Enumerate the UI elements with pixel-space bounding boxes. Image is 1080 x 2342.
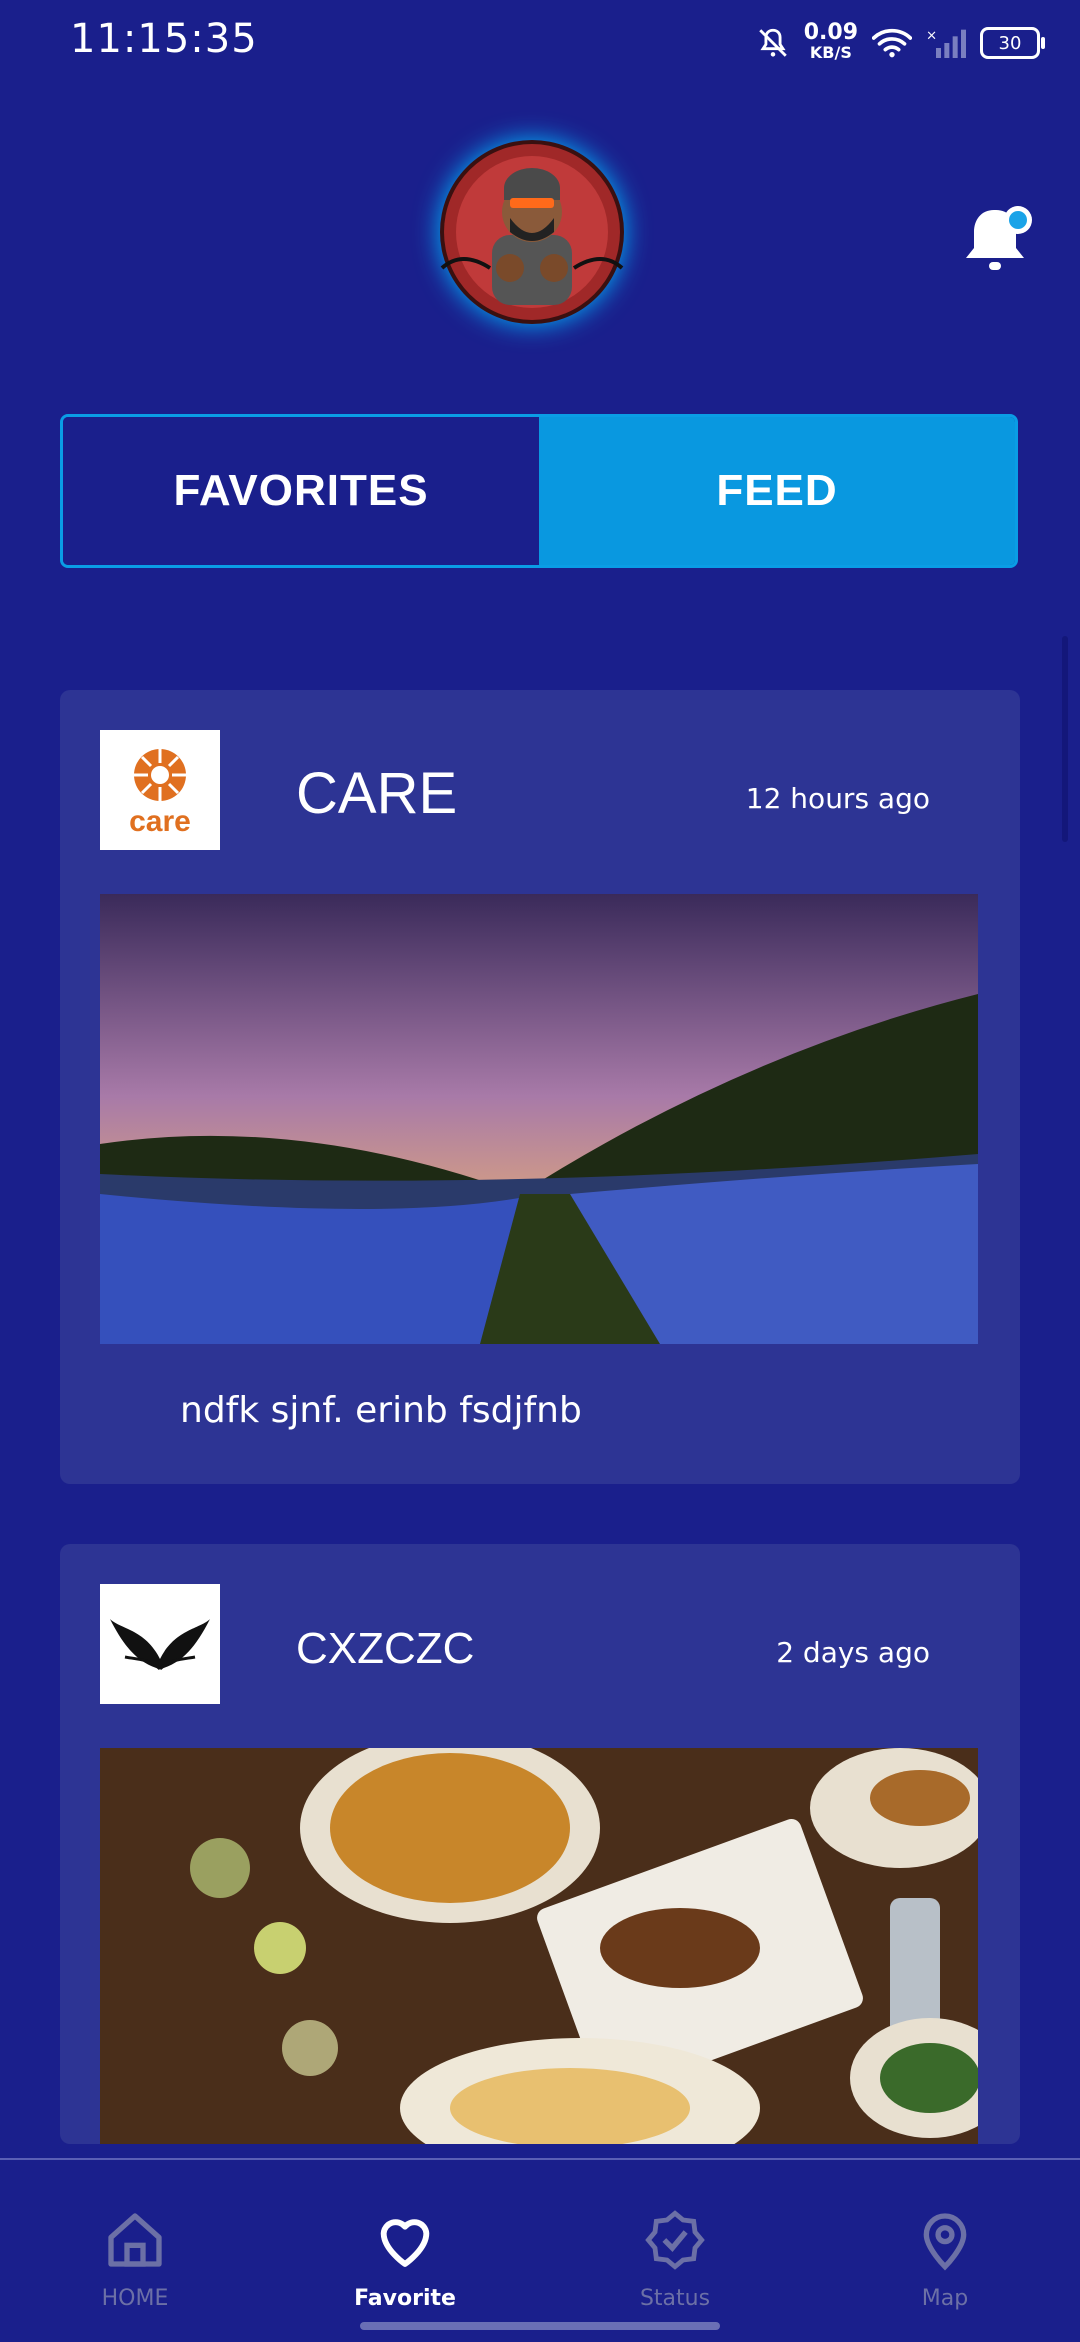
status-bar: 11:15:35 0.09 KB/S × 30 bbox=[0, 0, 1080, 84]
nav-home-label: HOME bbox=[101, 2286, 169, 2311]
home-icon bbox=[108, 2213, 162, 2267]
post-time: 2 days ago bbox=[776, 1636, 930, 1669]
bottom-navigation: HOME Favorite Status Map bbox=[0, 2158, 1080, 2342]
org-name: CARE bbox=[296, 761, 458, 826]
tab-favorites[interactable]: FAVORITES bbox=[63, 417, 539, 565]
heart-icon bbox=[380, 2219, 430, 2267]
org-name: CXZCZC bbox=[296, 1624, 475, 1673]
wings-logo-icon bbox=[110, 1619, 210, 1671]
org-logo: care bbox=[100, 730, 220, 850]
nav-status[interactable]: Status bbox=[600, 2208, 750, 2311]
nav-favorite-label: Favorite bbox=[354, 2286, 456, 2311]
nav-map[interactable]: Map bbox=[870, 2208, 1020, 2311]
post-image[interactable] bbox=[100, 894, 978, 1344]
scroll-indicator[interactable] bbox=[1062, 636, 1068, 842]
feed-card[interactable]: CXZCZC 2 days ago bbox=[60, 1544, 1020, 2144]
map-pin-icon bbox=[923, 2213, 967, 2271]
notification-bell-icon[interactable] bbox=[962, 200, 1032, 280]
feed-card[interactable]: care CARE 12 hours ago ndfk sjnf. erinb … bbox=[60, 690, 1020, 1484]
profile-avatar[interactable] bbox=[440, 140, 624, 324]
cellular-signal-icon: × bbox=[926, 29, 966, 58]
network-speed: 0.09 KB/S bbox=[803, 20, 858, 63]
nav-map-label: Map bbox=[921, 2286, 969, 2311]
tab-feed[interactable]: FEED bbox=[539, 417, 1015, 565]
badge-check-icon bbox=[645, 2210, 705, 2270]
feed-tabs: FAVORITES FEED bbox=[60, 414, 1018, 568]
post-caption: ndfk sjnf. erinb fsdjfnb bbox=[180, 1390, 582, 1431]
nav-favorite[interactable]: Favorite bbox=[330, 2208, 480, 2311]
org-logo bbox=[100, 1584, 220, 1704]
status-time: 11:15:35 bbox=[70, 16, 258, 62]
home-indicator[interactable] bbox=[360, 2322, 720, 2330]
battery-icon: 30 bbox=[980, 27, 1045, 59]
status-icons: 0.09 KB/S × 30 bbox=[756, 18, 1045, 68]
post-time: 12 hours ago bbox=[745, 782, 930, 815]
post-image[interactable] bbox=[100, 1748, 978, 2144]
svg-text:×: × bbox=[926, 29, 937, 44]
nav-status-label: Status bbox=[639, 2286, 711, 2311]
nav-home[interactable]: HOME bbox=[60, 2208, 210, 2311]
mute-bell-icon bbox=[758, 28, 787, 57]
wifi-icon bbox=[872, 28, 912, 58]
care-logo-text: care bbox=[129, 805, 191, 838]
